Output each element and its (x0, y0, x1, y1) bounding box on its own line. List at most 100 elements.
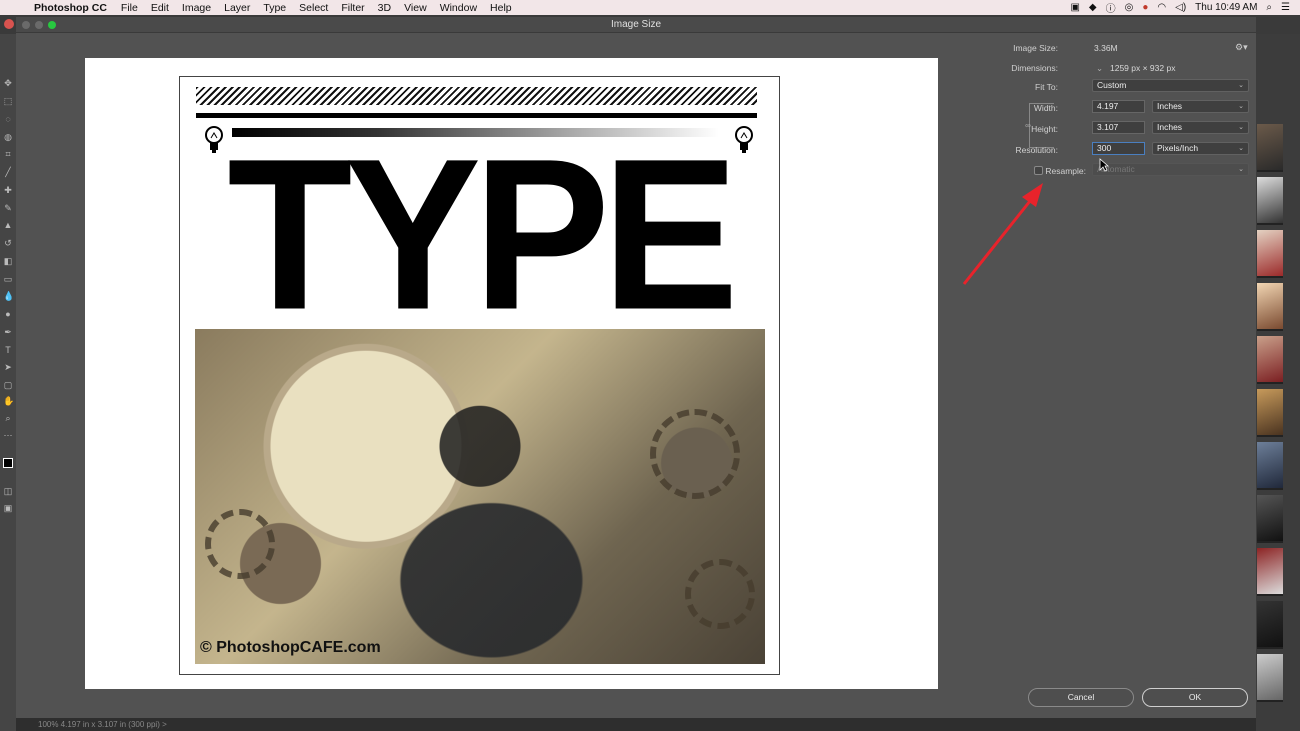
volume-icon[interactable]: ◁) (1175, 2, 1186, 13)
eyedropper-icon[interactable]: ╱ (3, 167, 13, 177)
stamp-tool-icon[interactable]: ▲ (3, 220, 13, 230)
hand-tool-icon[interactable]: ✋ (3, 396, 14, 406)
foreground-color-swatch[interactable] (3, 458, 13, 468)
screen-mode-icon[interactable]: ▣ (3, 503, 13, 513)
image-size-label: Image Size: (1013, 43, 1058, 53)
cancel-button[interactable]: Cancel (1028, 688, 1134, 707)
more-tools-icon[interactable]: ⋯ (3, 430, 13, 440)
clock[interactable]: Thu 10:49 AM (1195, 2, 1257, 13)
search-icon[interactable]: ⌕ (1266, 2, 1272, 13)
thumbnail[interactable] (1257, 283, 1283, 331)
status-menus: ▣ ◆ ⓘ ◎ ● ◠ ◁) Thu 10:49 AM ⌕ ☰ (1070, 0, 1290, 15)
menu-file[interactable]: File (121, 2, 138, 14)
thumbnail[interactable] (1257, 230, 1283, 278)
creative-cloud-icon[interactable]: ◎ (1125, 2, 1134, 13)
zoom-tool-icon[interactable]: ⌕ (3, 413, 13, 423)
quick-mask-icon[interactable]: ◫ (3, 486, 13, 496)
info-icon[interactable]: ⓘ (1106, 0, 1116, 15)
blur-tool-icon[interactable]: 💧 (3, 291, 14, 301)
thumbnail[interactable] (1257, 601, 1283, 649)
dialog-title: Image Size (610, 19, 662, 30)
gear-icon[interactable]: ⚙▾ (1235, 42, 1249, 52)
resolution-unit: Pixels/Inch (1157, 143, 1199, 153)
width-unit: Inches (1157, 101, 1183, 111)
fit-to-label: Fit To: (1035, 82, 1058, 92)
menu-edit[interactable]: Edit (151, 2, 169, 14)
status-bar: 100% 4.197 in x 3.107 in (300 ppi) > (16, 718, 1256, 731)
path-select-icon[interactable]: ➤ (3, 362, 13, 372)
dialog-title-bar: Image Size (16, 17, 1256, 33)
chevron-down-icon: ⌄ (1238, 145, 1244, 152)
history-brush-icon[interactable]: ↺ (3, 238, 13, 248)
minimize-window-icon[interactable] (35, 21, 43, 29)
brush-tool-icon[interactable]: ✎ (3, 203, 13, 213)
menu-layer[interactable]: Layer (224, 2, 250, 14)
resolution-unit-select[interactable]: Pixels/Inch ⌄ (1152, 142, 1249, 155)
thumbnail[interactable] (1257, 177, 1283, 225)
dodge-tool-icon[interactable]: ● (3, 309, 13, 319)
gear-shape (205, 509, 275, 579)
menu-help[interactable]: Help (490, 2, 512, 14)
image-size-dialog: Image Size TYPE © PhotoshopCAFE.com ⚙▾ I… (16, 17, 1256, 718)
menu-filter[interactable]: Filter (341, 2, 364, 14)
height-input[interactable]: 3.107 (1092, 121, 1145, 134)
thumbnail[interactable] (1257, 548, 1283, 596)
resample-method-select[interactable]: Automatic ⌄ (1092, 163, 1249, 176)
image-size-value: 3.36M (1094, 43, 1118, 53)
menu-view[interactable]: View (404, 2, 427, 14)
chevron-down-icon: ⌄ (1238, 166, 1244, 173)
marquee-tool-icon[interactable]: ⬚ (3, 96, 13, 106)
image-preview[interactable]: TYPE © PhotoshopCAFE.com (85, 58, 938, 689)
type-tool-icon[interactable]: T (3, 345, 13, 355)
menu-bar: Photoshop CC File Edit Image Layer Type … (0, 0, 1300, 15)
steampunk-photo: © PhotoshopCAFE.com (195, 329, 765, 664)
app-menu[interactable]: Photoshop CC (34, 2, 107, 14)
ok-button[interactable]: OK (1142, 688, 1248, 707)
quick-select-icon[interactable]: ◍ (3, 132, 13, 142)
gear-shape (685, 559, 755, 629)
red-app-icon[interactable]: ● (1142, 2, 1148, 13)
resolution-input[interactable]: 300 (1092, 142, 1145, 155)
thumbnail[interactable] (1257, 654, 1283, 702)
crop-tool-icon[interactable]: ⌗ (3, 149, 13, 159)
screen-record-icon[interactable]: ▣ (1070, 2, 1079, 13)
zoom-window-icon[interactable] (48, 21, 56, 29)
wifi-icon[interactable]: ◠ (1157, 2, 1166, 13)
thumbnail[interactable] (1257, 336, 1283, 384)
height-unit: Inches (1157, 122, 1183, 132)
eraser-tool-icon[interactable]: ◧ (3, 256, 13, 266)
menu-3d[interactable]: 3D (378, 2, 391, 14)
move-tool-icon[interactable]: ✥ (3, 78, 13, 88)
dropbox-icon[interactable]: ◆ (1089, 2, 1097, 13)
healing-brush-icon[interactable]: ✚ (3, 185, 13, 195)
chevron-down-icon: ⌄ (1238, 124, 1244, 131)
close-window-icon[interactable] (22, 21, 30, 29)
resolution-label: Resolution: (1015, 145, 1058, 155)
gear-shape (650, 409, 740, 499)
thumbnail[interactable] (1257, 495, 1283, 543)
chevron-down-icon[interactable]: ⌄ (1096, 63, 1103, 74)
close-document-icon[interactable] (4, 19, 14, 29)
menu-type[interactable]: Type (263, 2, 286, 14)
pen-tool-icon[interactable]: ✒ (3, 327, 13, 337)
photo-credit: © PhotoshopCAFE.com (200, 639, 381, 656)
thumbnail[interactable] (1257, 442, 1283, 490)
mouse-cursor-icon (1099, 158, 1109, 172)
width-unit-select[interactable]: Inches ⌄ (1152, 100, 1249, 113)
gradient-tool-icon[interactable]: ▭ (3, 274, 13, 284)
menu-image[interactable]: Image (182, 2, 211, 14)
fit-to-value: Custom (1097, 80, 1127, 90)
fit-to-select[interactable]: Custom ⌄ (1092, 79, 1249, 92)
tools-panel: ✥ ⬚ ◌ ◍ ⌗ ╱ ✚ ✎ ▲ ↺ ◧ ▭ 💧 ● ✒ T ➤ ▢ ✋ ⌕ … (0, 34, 16, 731)
notification-list-icon[interactable]: ☰ (1281, 2, 1290, 13)
shape-tool-icon[interactable]: ▢ (3, 380, 13, 390)
dimensions-label: Dimensions: (1011, 63, 1058, 73)
width-input[interactable]: 4.197 (1092, 100, 1145, 113)
thumbnail[interactable] (1257, 389, 1283, 437)
menu-window[interactable]: Window (440, 2, 477, 14)
menu-select[interactable]: Select (299, 2, 328, 14)
thumbnail[interactable] (1257, 124, 1283, 172)
width-label: Width: (1033, 103, 1058, 113)
lasso-tool-icon[interactable]: ◌ (3, 114, 13, 124)
height-unit-select[interactable]: Inches ⌄ (1152, 121, 1249, 134)
